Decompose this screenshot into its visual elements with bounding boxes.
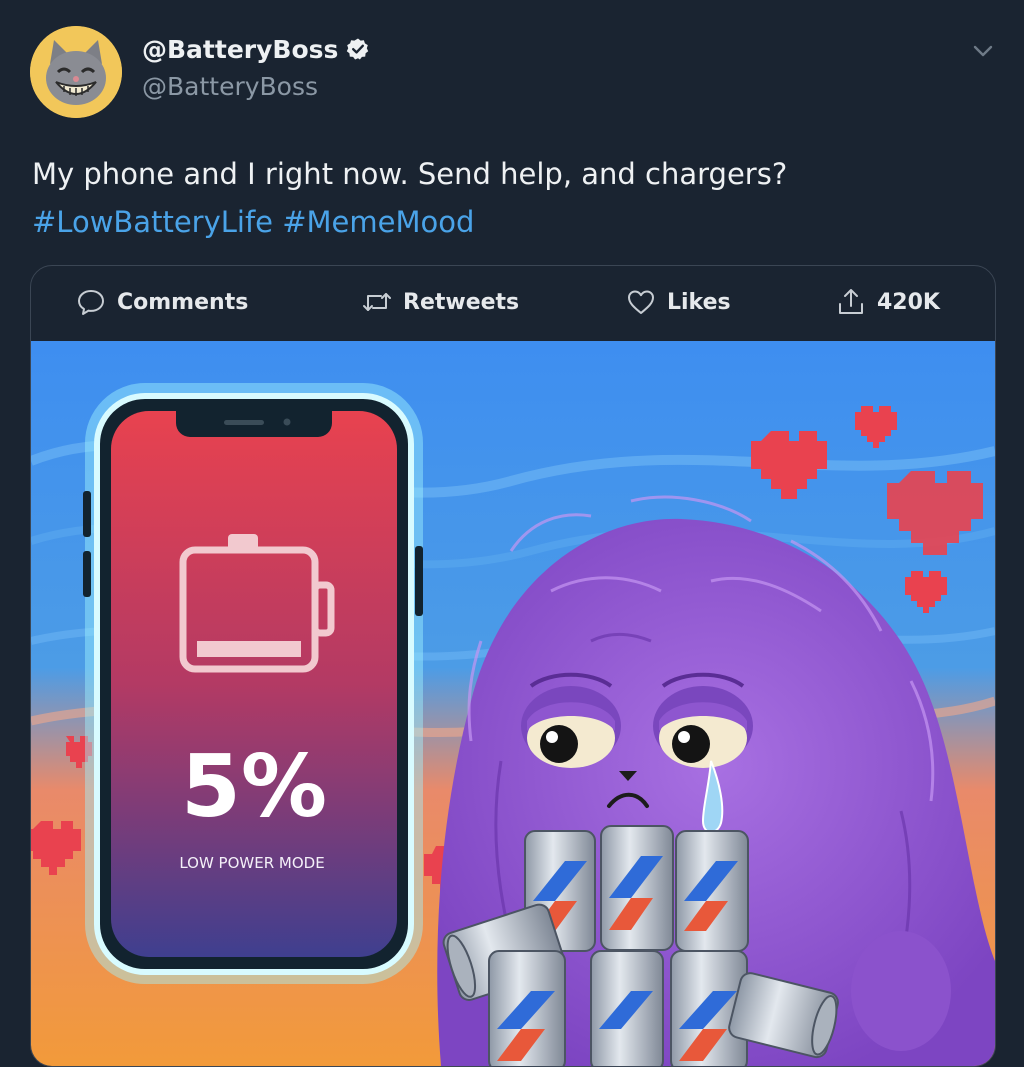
comments-label: Comments (117, 289, 249, 315)
action-bar: Comments Retweets Likes 420K (31, 266, 995, 338)
verified-badge-icon (347, 38, 369, 60)
phone: 5% LOW POWER MODE (83, 383, 423, 984)
low-power-mode-label: LOW POWER MODE (179, 854, 324, 872)
tweet-text: My phone and I right now. Send help, and… (32, 150, 992, 246)
author-info: @BatteryBoss @BatteryBoss (142, 32, 370, 101)
retweet-icon (363, 293, 391, 311)
share-button[interactable]: 420K (835, 284, 940, 320)
media-card: Comments Retweets Likes 420K 5% LOW POWE… (30, 265, 996, 1067)
handle[interactable]: @BatteryBoss (142, 72, 370, 101)
cat-avatar-image (30, 26, 122, 118)
tweet-hashtags[interactable]: #LowBatteryLife #MemeMood (32, 198, 992, 246)
likes-button[interactable]: Likes (625, 284, 731, 320)
share-count: 420K (877, 289, 940, 315)
comments-button[interactable]: Comments (75, 284, 248, 320)
battery-percent: 5% (181, 737, 327, 837)
display-name[interactable]: @BatteryBoss (142, 35, 338, 64)
comment-icon (78, 290, 104, 315)
meme-image[interactable]: 5% LOW POWER MODE (31, 341, 995, 1066)
avatar[interactable] (30, 26, 122, 118)
heart-icon (628, 290, 654, 314)
phone-screen (111, 411, 397, 957)
tweet-body: My phone and I right now. Send help, and… (32, 157, 788, 191)
retweets-label: Retweets (403, 289, 520, 315)
share-icon (839, 289, 863, 314)
likes-label: Likes (667, 289, 731, 315)
chevron-down-icon[interactable] (972, 40, 994, 62)
retweets-button[interactable]: Retweets (361, 284, 519, 320)
battery-fill (197, 641, 301, 657)
